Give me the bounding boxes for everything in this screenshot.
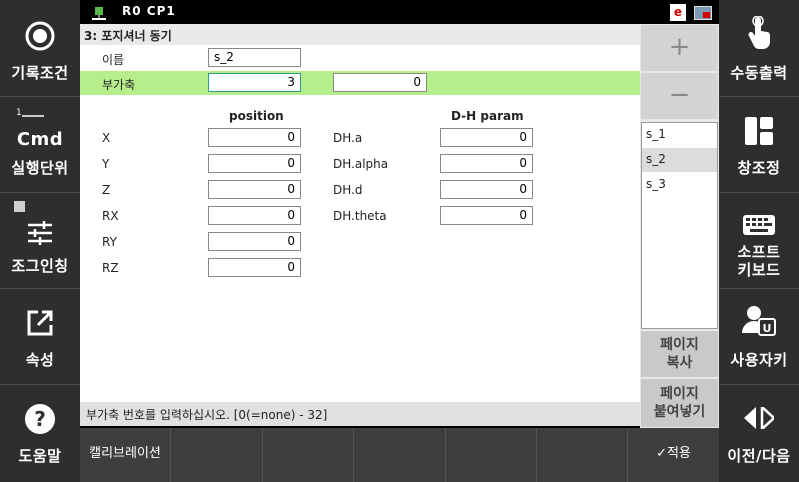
cmd-icon: Cmd (16, 129, 64, 150)
positioner-sync-form: 3: 포지셔너 동기 이름 s_2 부가축 3 0 position D-H p… (80, 24, 640, 402)
name-label: 이름 (102, 53, 125, 67)
user-key-icon: U (719, 305, 799, 337)
right-sidebar: 수동출력 창조정 소프트 키보드 U 사용자키 이전/다음 (719, 0, 799, 482)
execution-unit-label: 실행단위 (11, 159, 69, 177)
function-key-6[interactable] (537, 428, 628, 482)
position-y-field[interactable]: 0 (208, 154, 301, 173)
position-rx-label: RX (102, 209, 119, 223)
execution-unit-button[interactable]: 1 Cmd 실행단위 (0, 97, 80, 193)
aux-axis-second-field[interactable]: 0 (333, 73, 427, 92)
page-title: 3: 포지셔너 동기 (80, 24, 640, 45)
remove-page-button[interactable]: − (641, 73, 718, 119)
aux-axis-label: 부가축 (102, 78, 136, 92)
page-list-panel: + − s_1 s_2 s_3 페이지 복사 페이지 붙여넣기 (640, 24, 719, 428)
jog-inching-label: 조그인칭 (11, 257, 69, 275)
name-field[interactable]: s_2 (208, 48, 301, 67)
function-key-2[interactable] (171, 428, 263, 482)
sliders-icon (0, 221, 80, 245)
error-badge[interactable]: e (670, 4, 686, 21)
position-rz-label: RZ (102, 261, 119, 275)
dh-theta-label: DH.theta (333, 209, 387, 223)
help-icon: ? (0, 403, 80, 435)
record-condition-label: 기록조건 (11, 64, 69, 82)
record-condition-button[interactable]: 기록조건 (0, 0, 80, 97)
step-marker-icon: 1 (0, 107, 80, 119)
window-layout-icon (719, 117, 799, 145)
help-label: 도움말 (18, 447, 62, 465)
aux-axis-number-field[interactable]: 3 (208, 73, 301, 92)
pendant-icon (92, 6, 106, 20)
list-item-s2[interactable]: s_2 (642, 148, 717, 172)
function-key-4[interactable] (354, 428, 446, 482)
left-sidebar: 기록조건 1 Cmd 실행단위 조그인칭 속성 ? 도움말 (0, 0, 80, 482)
position-ry-label: RY (102, 235, 117, 249)
toggle-square-icon (14, 201, 25, 212)
properties-label: 속성 (25, 351, 55, 369)
add-page-button[interactable]: + (641, 25, 718, 71)
prev-next-label: 이전/다음 (727, 447, 791, 465)
position-ry-field[interactable]: 0 (208, 232, 301, 251)
position-x-field[interactable]: 0 (208, 128, 301, 147)
svg-text:1: 1 (16, 108, 22, 118)
dh-alpha-field[interactable]: 0 (440, 154, 533, 173)
dh-a-field[interactable]: 0 (440, 128, 533, 147)
monitor-icon[interactable] (694, 6, 712, 20)
input-hint-bar: 부가축 번호를 입력하십시오. [0(=none) - 32] (80, 402, 640, 426)
manual-output-label: 수동출력 (730, 64, 788, 82)
user-key-button[interactable]: U 사용자키 (719, 289, 799, 385)
svg-text:U: U (763, 322, 772, 335)
robot-mode-text: R0 CP1 (122, 4, 176, 18)
soft-keyboard-button[interactable]: 소프트 키보드 (719, 193, 799, 289)
touch-hand-icon (719, 16, 799, 50)
dh-param-header: D-H param (451, 109, 524, 123)
paste-page-button[interactable]: 페이지 붙여넣기 (641, 379, 718, 427)
top-status-bar: R0 CP1 e (80, 0, 719, 24)
dh-alpha-label: DH.alpha (333, 157, 389, 171)
copy-page-button[interactable]: 페이지 복사 (641, 331, 718, 377)
properties-button[interactable]: 속성 (0, 289, 80, 385)
record-icon (0, 20, 80, 52)
prev-next-icon (719, 407, 799, 429)
list-item-s3[interactable]: s_3 (642, 173, 717, 197)
position-z-label: Z (102, 183, 111, 197)
function-key-bar: 캘리브레이션 ✓적용 (80, 428, 719, 482)
manual-output-button[interactable]: 수동출력 (719, 0, 799, 97)
position-rx-field[interactable]: 0 (208, 206, 301, 225)
open-external-icon (0, 309, 80, 337)
position-z-field[interactable]: 0 (208, 180, 301, 199)
calibration-button[interactable]: 캘리브레이션 (80, 428, 171, 482)
window-adjust-button[interactable]: 창조정 (719, 97, 799, 193)
position-header: position (229, 109, 284, 123)
position-x-label: X (102, 131, 111, 145)
page-list: s_1 s_2 s_3 (641, 122, 718, 329)
dh-theta-field[interactable]: 0 (440, 206, 533, 225)
svg-text:?: ? (34, 407, 46, 431)
jog-inching-button[interactable]: 조그인칭 (0, 193, 80, 289)
dh-a-label: DH.a (333, 131, 363, 145)
position-rz-field[interactable]: 0 (208, 258, 301, 277)
function-key-3[interactable] (263, 428, 354, 482)
keyboard-icon (719, 215, 799, 235)
help-button[interactable]: ? 도움말 (0, 385, 80, 482)
list-item-s1[interactable]: s_1 (642, 123, 717, 147)
apply-button[interactable]: ✓적용 (628, 428, 719, 482)
dh-d-field[interactable]: 0 (440, 180, 533, 199)
soft-keyboard-label: 소프트 키보드 (737, 243, 781, 279)
dh-d-label: DH.d (333, 183, 363, 197)
prev-next-button[interactable]: 이전/다음 (719, 385, 799, 482)
window-adjust-label: 창조정 (737, 159, 781, 177)
position-y-label: Y (102, 157, 110, 171)
function-key-5[interactable] (446, 428, 537, 482)
user-key-label: 사용자키 (730, 351, 788, 369)
